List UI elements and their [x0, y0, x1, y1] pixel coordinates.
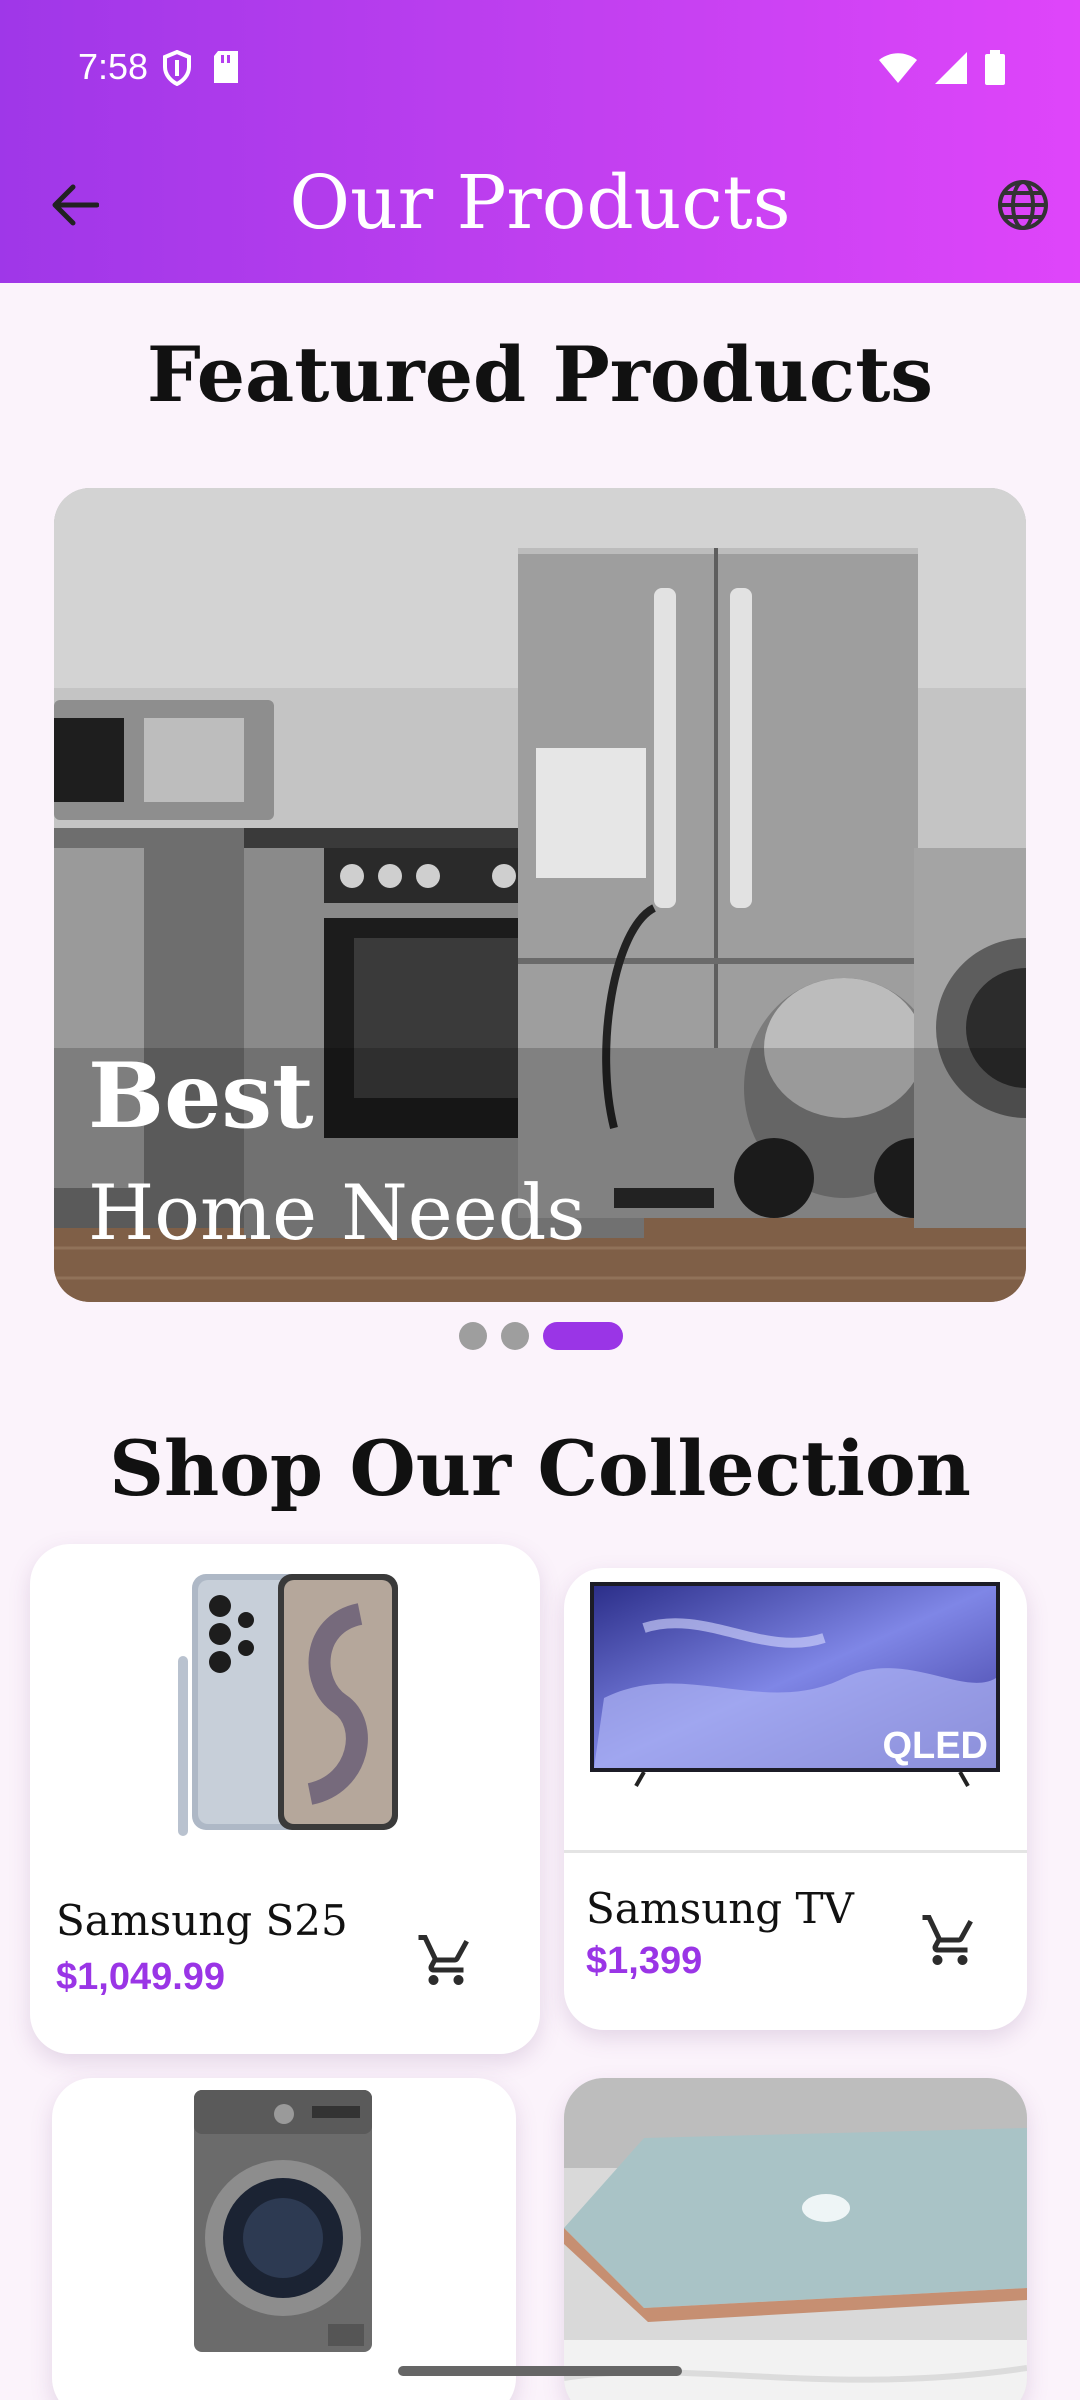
signal-icon: [934, 51, 968, 89]
wifi-icon: [878, 52, 918, 88]
product-image-washer: [194, 2090, 372, 2352]
product-image-tv: QLED: [564, 1582, 1027, 1853]
home-indicator[interactable]: [398, 2366, 682, 2376]
carousel-dot[interactable]: [459, 1322, 487, 1350]
product-card[interactable]: [52, 2078, 516, 2400]
page-title: Our Products: [289, 160, 791, 246]
product-price: $1,049.99: [56, 1956, 226, 1998]
status-icons-right: [878, 50, 1006, 90]
product-image-laptop: [564, 2078, 1027, 2400]
banner-headline: Best: [88, 1043, 314, 1149]
sd-card-icon: [212, 50, 240, 90]
product-price: $1,399: [586, 1940, 703, 1982]
carousel-indicator: [459, 1322, 623, 1350]
cart-icon: [416, 1930, 476, 1994]
status-icons-left: [162, 49, 240, 90]
product-name: Samsung S25: [56, 1896, 348, 1945]
product-card[interactable]: [564, 2078, 1027, 2400]
shield-icon: [162, 49, 192, 90]
tv-qled-badge: QLED: [882, 1725, 988, 1767]
product-card[interactable]: QLED Samsung TV $1,399: [564, 1568, 1027, 2030]
collection-section-title: Shop Our Collection: [109, 1424, 971, 1513]
status-time: 7:58: [78, 46, 149, 87]
add-to-cart-button[interactable]: [910, 1902, 990, 1982]
product-image-phone: [178, 1574, 398, 1836]
carousel-dot[interactable]: [501, 1322, 529, 1350]
featured-section-title: Featured Products: [146, 330, 934, 419]
add-to-cart-button[interactable]: [406, 1922, 486, 2002]
cart-icon: [920, 1910, 980, 1974]
featured-banner[interactable]: Best Home Needs: [54, 488, 1026, 1302]
app-header: 7:58 Our Products: [0, 0, 1080, 283]
product-name: Samsung TV: [586, 1884, 854, 1933]
banner-subheadline: Home Needs: [88, 1168, 586, 1257]
product-card[interactable]: Samsung S25 $1,049.99: [30, 1544, 540, 2054]
battery-icon: [984, 50, 1006, 90]
language-button[interactable]: [988, 172, 1058, 242]
carousel-dot-active[interactable]: [543, 1322, 623, 1350]
globe-icon: [997, 179, 1049, 235]
